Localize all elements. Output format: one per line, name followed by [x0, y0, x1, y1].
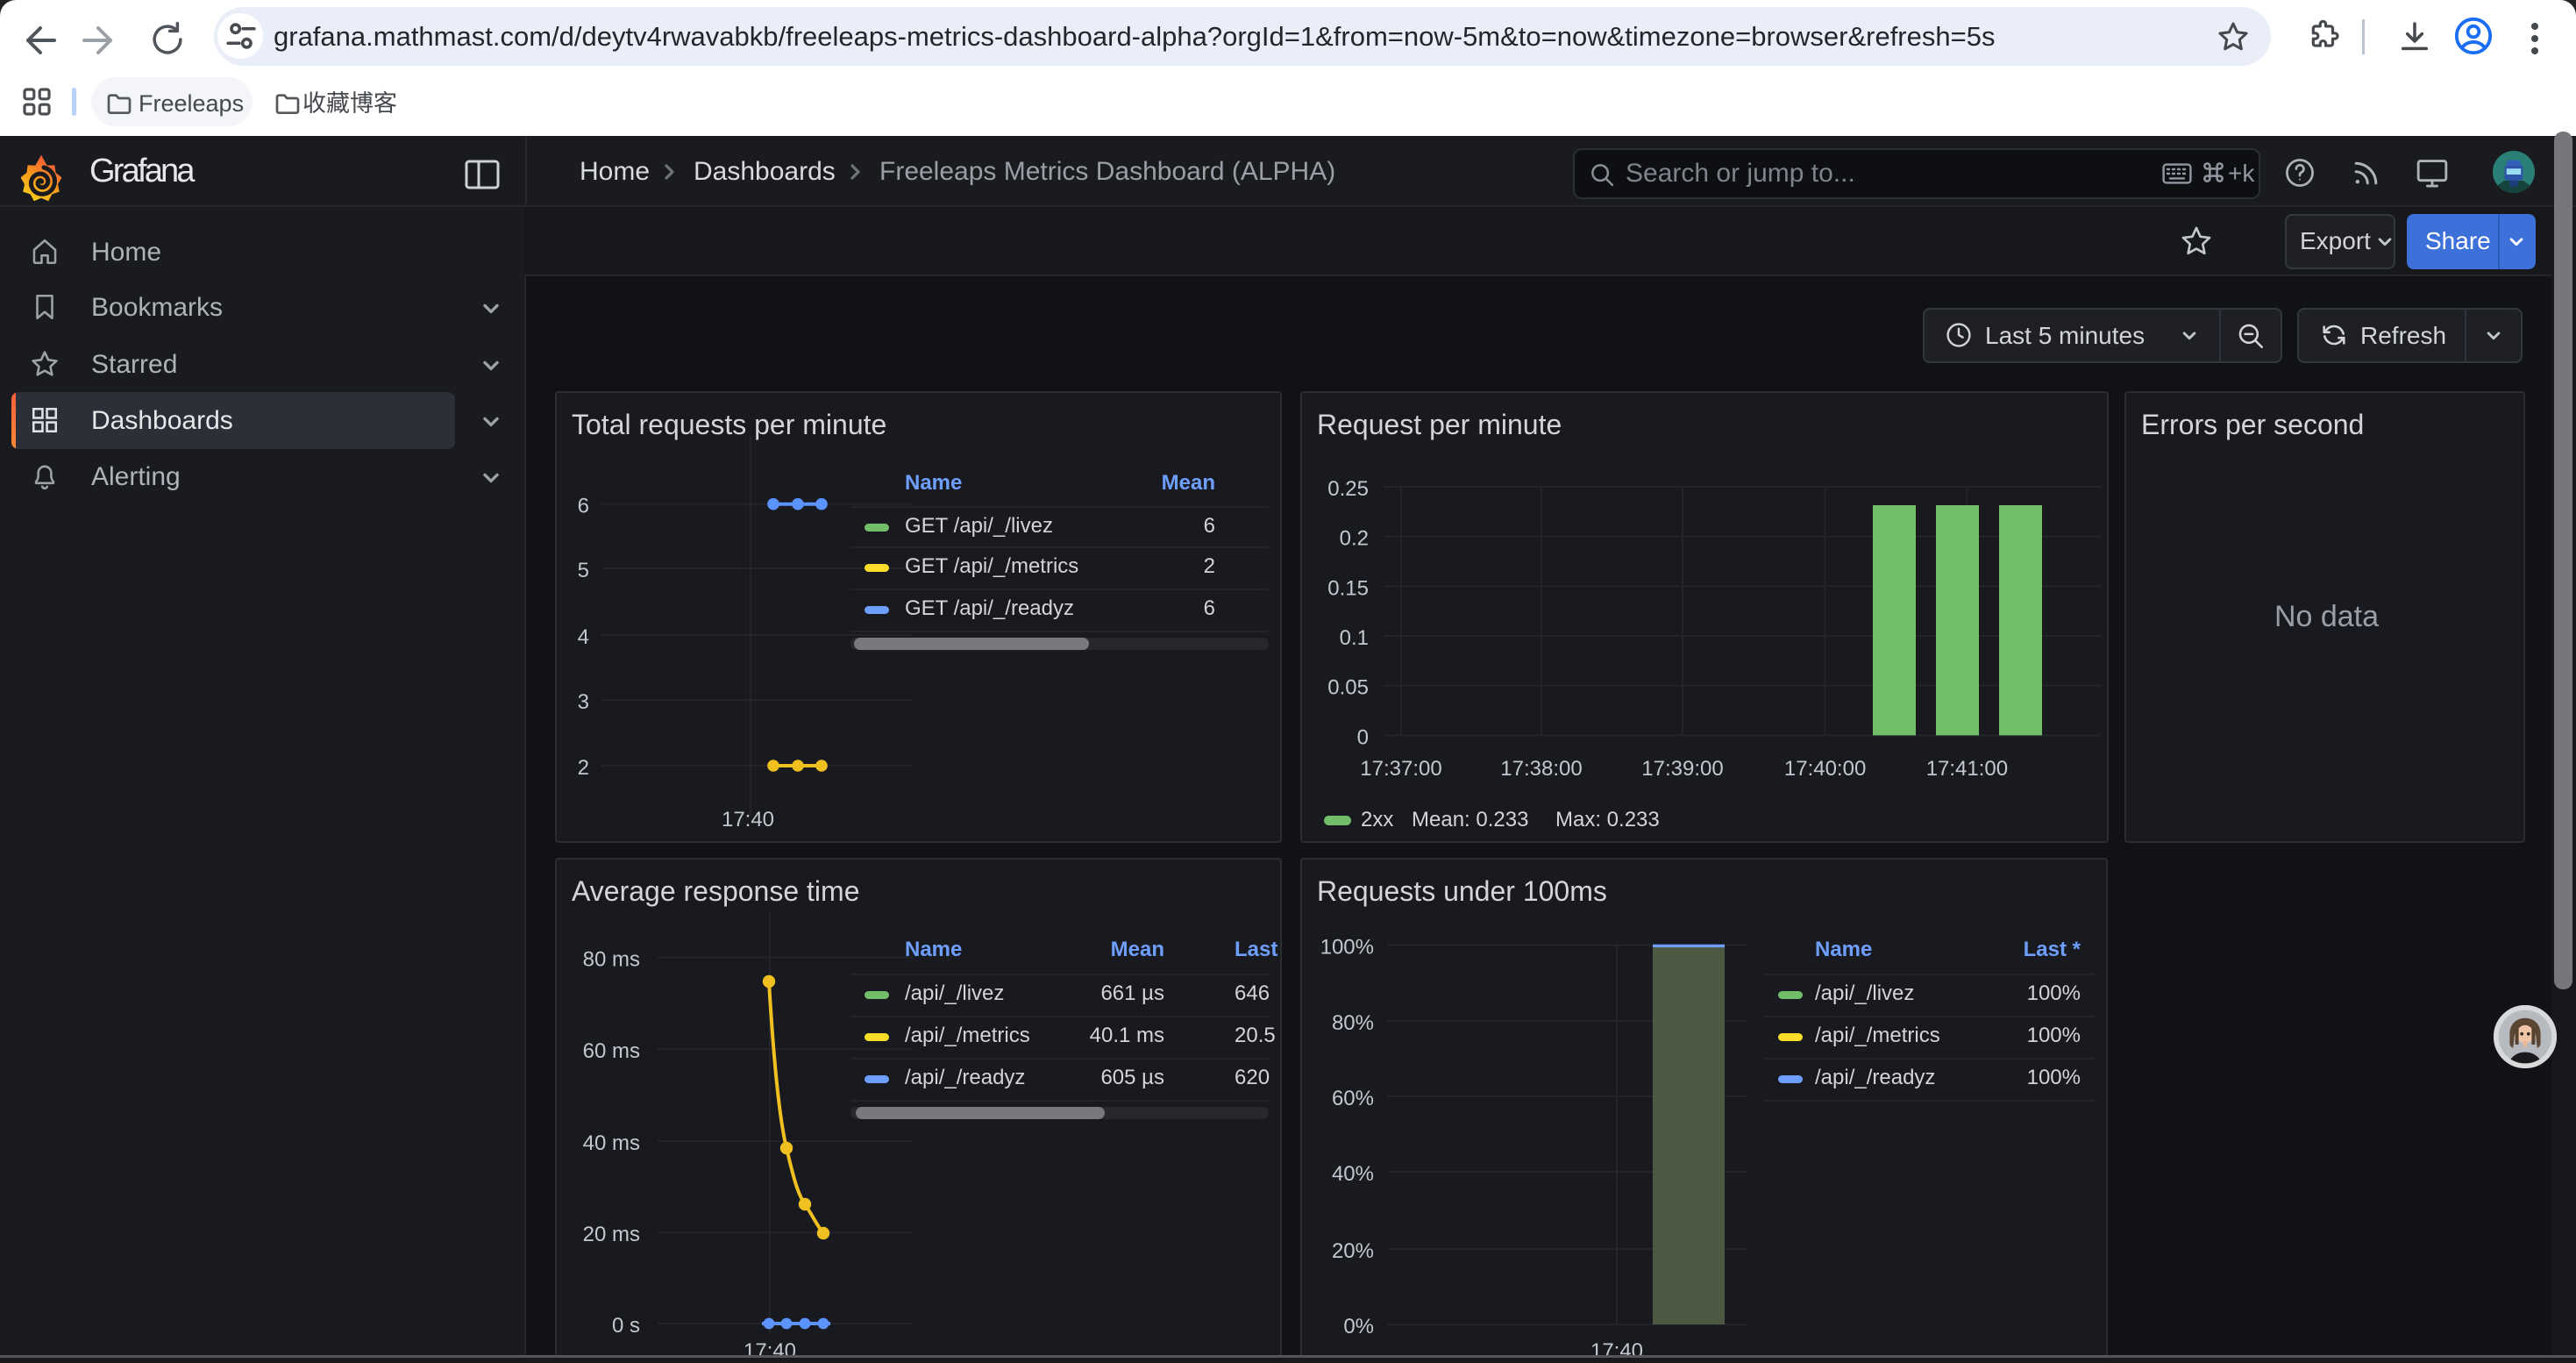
svg-text:20%: 20% — [1332, 1239, 1374, 1263]
svg-text:2: 2 — [578, 756, 589, 780]
svg-text:0.25: 0.25 — [1327, 477, 1369, 501]
svg-text:0.15: 0.15 — [1327, 576, 1369, 600]
svg-text:20 ms: 20 ms — [583, 1223, 640, 1246]
svg-text:0.1: 0.1 — [1340, 626, 1369, 650]
svg-text:17:40: 17:40 — [722, 808, 774, 831]
svg-text:40 ms: 40 ms — [583, 1131, 640, 1155]
svg-text:0 s: 0 s — [612, 1314, 640, 1338]
svg-text:80 ms: 80 ms — [583, 947, 640, 971]
svg-text:0.05: 0.05 — [1327, 676, 1369, 700]
svg-text:60%: 60% — [1332, 1087, 1374, 1110]
svg-text:4: 4 — [578, 625, 589, 649]
svg-text:60 ms: 60 ms — [583, 1039, 640, 1063]
svg-text:17:38:00: 17:38:00 — [1500, 757, 1582, 781]
svg-text:100%: 100% — [1320, 936, 1374, 960]
svg-text:5: 5 — [578, 559, 589, 582]
svg-text:80%: 80% — [1332, 1011, 1374, 1035]
svg-text:17:37:00: 17:37:00 — [1360, 757, 1441, 781]
svg-text:0%: 0% — [1343, 1315, 1374, 1338]
svg-text:0: 0 — [1357, 725, 1369, 749]
svg-text:6: 6 — [578, 495, 589, 518]
svg-text:17:40:00: 17:40:00 — [1784, 757, 1866, 781]
svg-text:40%: 40% — [1332, 1162, 1374, 1186]
svg-text:0.2: 0.2 — [1340, 527, 1369, 551]
svg-text:17:39:00: 17:39:00 — [1641, 757, 1723, 781]
svg-text:17:41:00: 17:41:00 — [1926, 757, 2008, 781]
svg-text:3: 3 — [578, 690, 589, 714]
